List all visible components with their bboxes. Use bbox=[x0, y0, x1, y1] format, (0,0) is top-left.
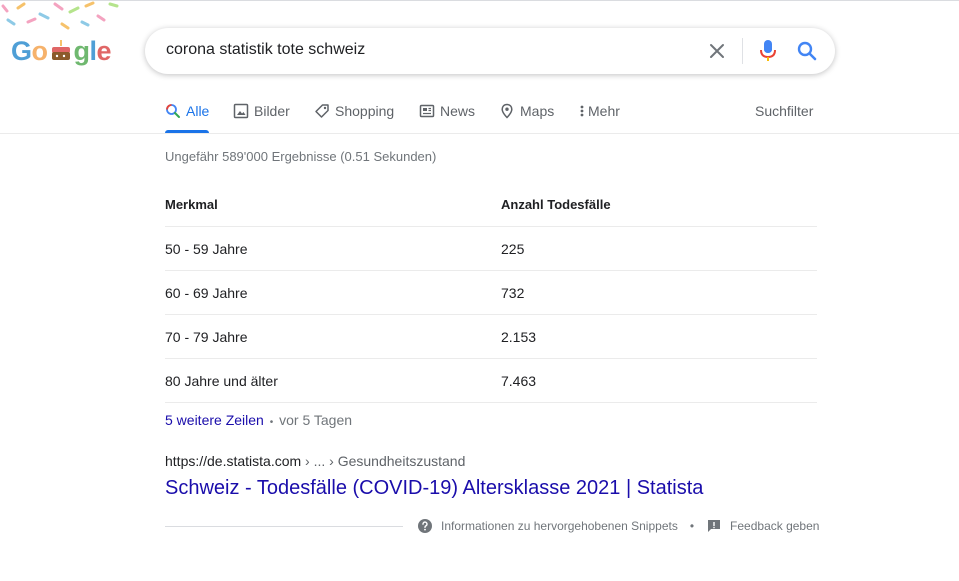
separator-dot: • bbox=[269, 417, 274, 428]
table-row: 50 - 59 Jahre 225 bbox=[165, 227, 817, 271]
table-row: 60 - 69 Jahre 732 bbox=[165, 271, 817, 315]
footer-divider bbox=[165, 526, 403, 527]
table-cell: 80 Jahre und älter bbox=[165, 373, 278, 389]
tab-label: Alle bbox=[186, 103, 210, 119]
more-rows-line: 5 weitere Zeilen • vor 5 Tagen bbox=[165, 412, 352, 428]
table-row: 80 Jahre und älter 7.463 bbox=[165, 359, 817, 403]
search-icon bbox=[165, 103, 181, 119]
tabs-divider bbox=[0, 133, 959, 134]
table-header-row: Merkmal Anzahl Todesfälle bbox=[165, 183, 817, 227]
search-box[interactable]: corona statistik tote schweiz bbox=[145, 28, 835, 74]
search-input[interactable]: corona statistik tote schweiz bbox=[166, 41, 365, 59]
more-rows-link[interactable]: 5 weitere Zeilen bbox=[165, 412, 264, 428]
search-divider bbox=[742, 38, 743, 64]
tab-news[interactable]: News bbox=[419, 100, 475, 134]
search-tools-button[interactable]: Suchfilter bbox=[755, 103, 813, 119]
snippet-info-link[interactable]: Informationen zu hervorgehobenen Snippet… bbox=[441, 519, 678, 533]
location-pin-icon bbox=[499, 103, 515, 119]
google-doodle-logo[interactable]: Go gle bbox=[0, 0, 125, 80]
table-header-cell: Anzahl Todesfälle bbox=[501, 197, 611, 212]
image-icon bbox=[233, 103, 249, 119]
result-url[interactable]: https://de.statista.com › ... › Gesundhe… bbox=[165, 453, 465, 469]
table-cell: 60 - 69 Jahre bbox=[165, 285, 248, 301]
microphone-icon[interactable] bbox=[758, 39, 778, 63]
newspaper-icon bbox=[419, 103, 435, 119]
tab-shopping[interactable]: Shopping bbox=[314, 100, 394, 134]
tag-icon bbox=[314, 103, 330, 119]
logo-letter: g bbox=[73, 36, 91, 66]
logo-letter: o bbox=[31, 36, 49, 66]
top-border bbox=[0, 0, 959, 1]
result-title-link[interactable]: Schweiz - Todesfälle (COVID-19) Alterskl… bbox=[165, 477, 703, 500]
result-date: vor 5 Tagen bbox=[279, 412, 353, 428]
table-cell: 732 bbox=[501, 285, 525, 301]
tab-label: Shopping bbox=[335, 103, 395, 119]
featured-snippet-table: Merkmal Anzahl Todesfälle 50 - 59 Jahre … bbox=[165, 183, 817, 403]
table-cell: 225 bbox=[501, 241, 525, 257]
table-cell: 70 - 79 Jahre bbox=[165, 329, 248, 345]
table-row: 70 - 79 Jahre 2.153 bbox=[165, 315, 817, 359]
cake-icon bbox=[49, 39, 73, 63]
search-icon[interactable] bbox=[796, 40, 818, 62]
tab-maps[interactable]: Maps bbox=[499, 100, 554, 134]
logo-wordmark: Go gle bbox=[11, 36, 112, 67]
tab-alle[interactable]: Alle bbox=[165, 100, 209, 134]
tab-label: Bilder bbox=[254, 103, 290, 119]
tab-label: Mehr bbox=[588, 103, 620, 119]
help-icon bbox=[417, 518, 433, 534]
close-icon[interactable] bbox=[707, 41, 727, 61]
logo-letter: e bbox=[96, 36, 112, 66]
result-url-path: › ... › Gesundheitszustand bbox=[301, 453, 466, 469]
result-stats: Ungefähr 589'000 Ergebnisse (0.51 Sekund… bbox=[165, 149, 437, 164]
separator-dot: • bbox=[689, 519, 695, 533]
table-cell: 7.463 bbox=[501, 373, 537, 389]
feedback-icon bbox=[706, 518, 722, 534]
tab-label: Maps bbox=[520, 103, 555, 119]
feedback-link[interactable]: Feedback geben bbox=[730, 519, 819, 533]
table-cell: 50 - 59 Jahre bbox=[165, 241, 248, 257]
table-cell: 2.153 bbox=[501, 329, 537, 345]
table-header-cell: Merkmal bbox=[165, 197, 218, 212]
tab-label: News bbox=[440, 103, 476, 119]
result-url-domain: https://de.statista.com bbox=[165, 453, 302, 469]
tab-mehr[interactable]: Mehr bbox=[578, 100, 620, 134]
logo-letter: G bbox=[11, 36, 32, 66]
tab-bilder[interactable]: Bilder bbox=[233, 100, 290, 134]
confetti-decoration bbox=[1, 1, 119, 30]
logo-letter: l bbox=[89, 36, 98, 66]
snippet-footer: Informationen zu hervorgehobenen Snippet… bbox=[417, 518, 819, 534]
more-vertical-icon bbox=[578, 103, 586, 119]
